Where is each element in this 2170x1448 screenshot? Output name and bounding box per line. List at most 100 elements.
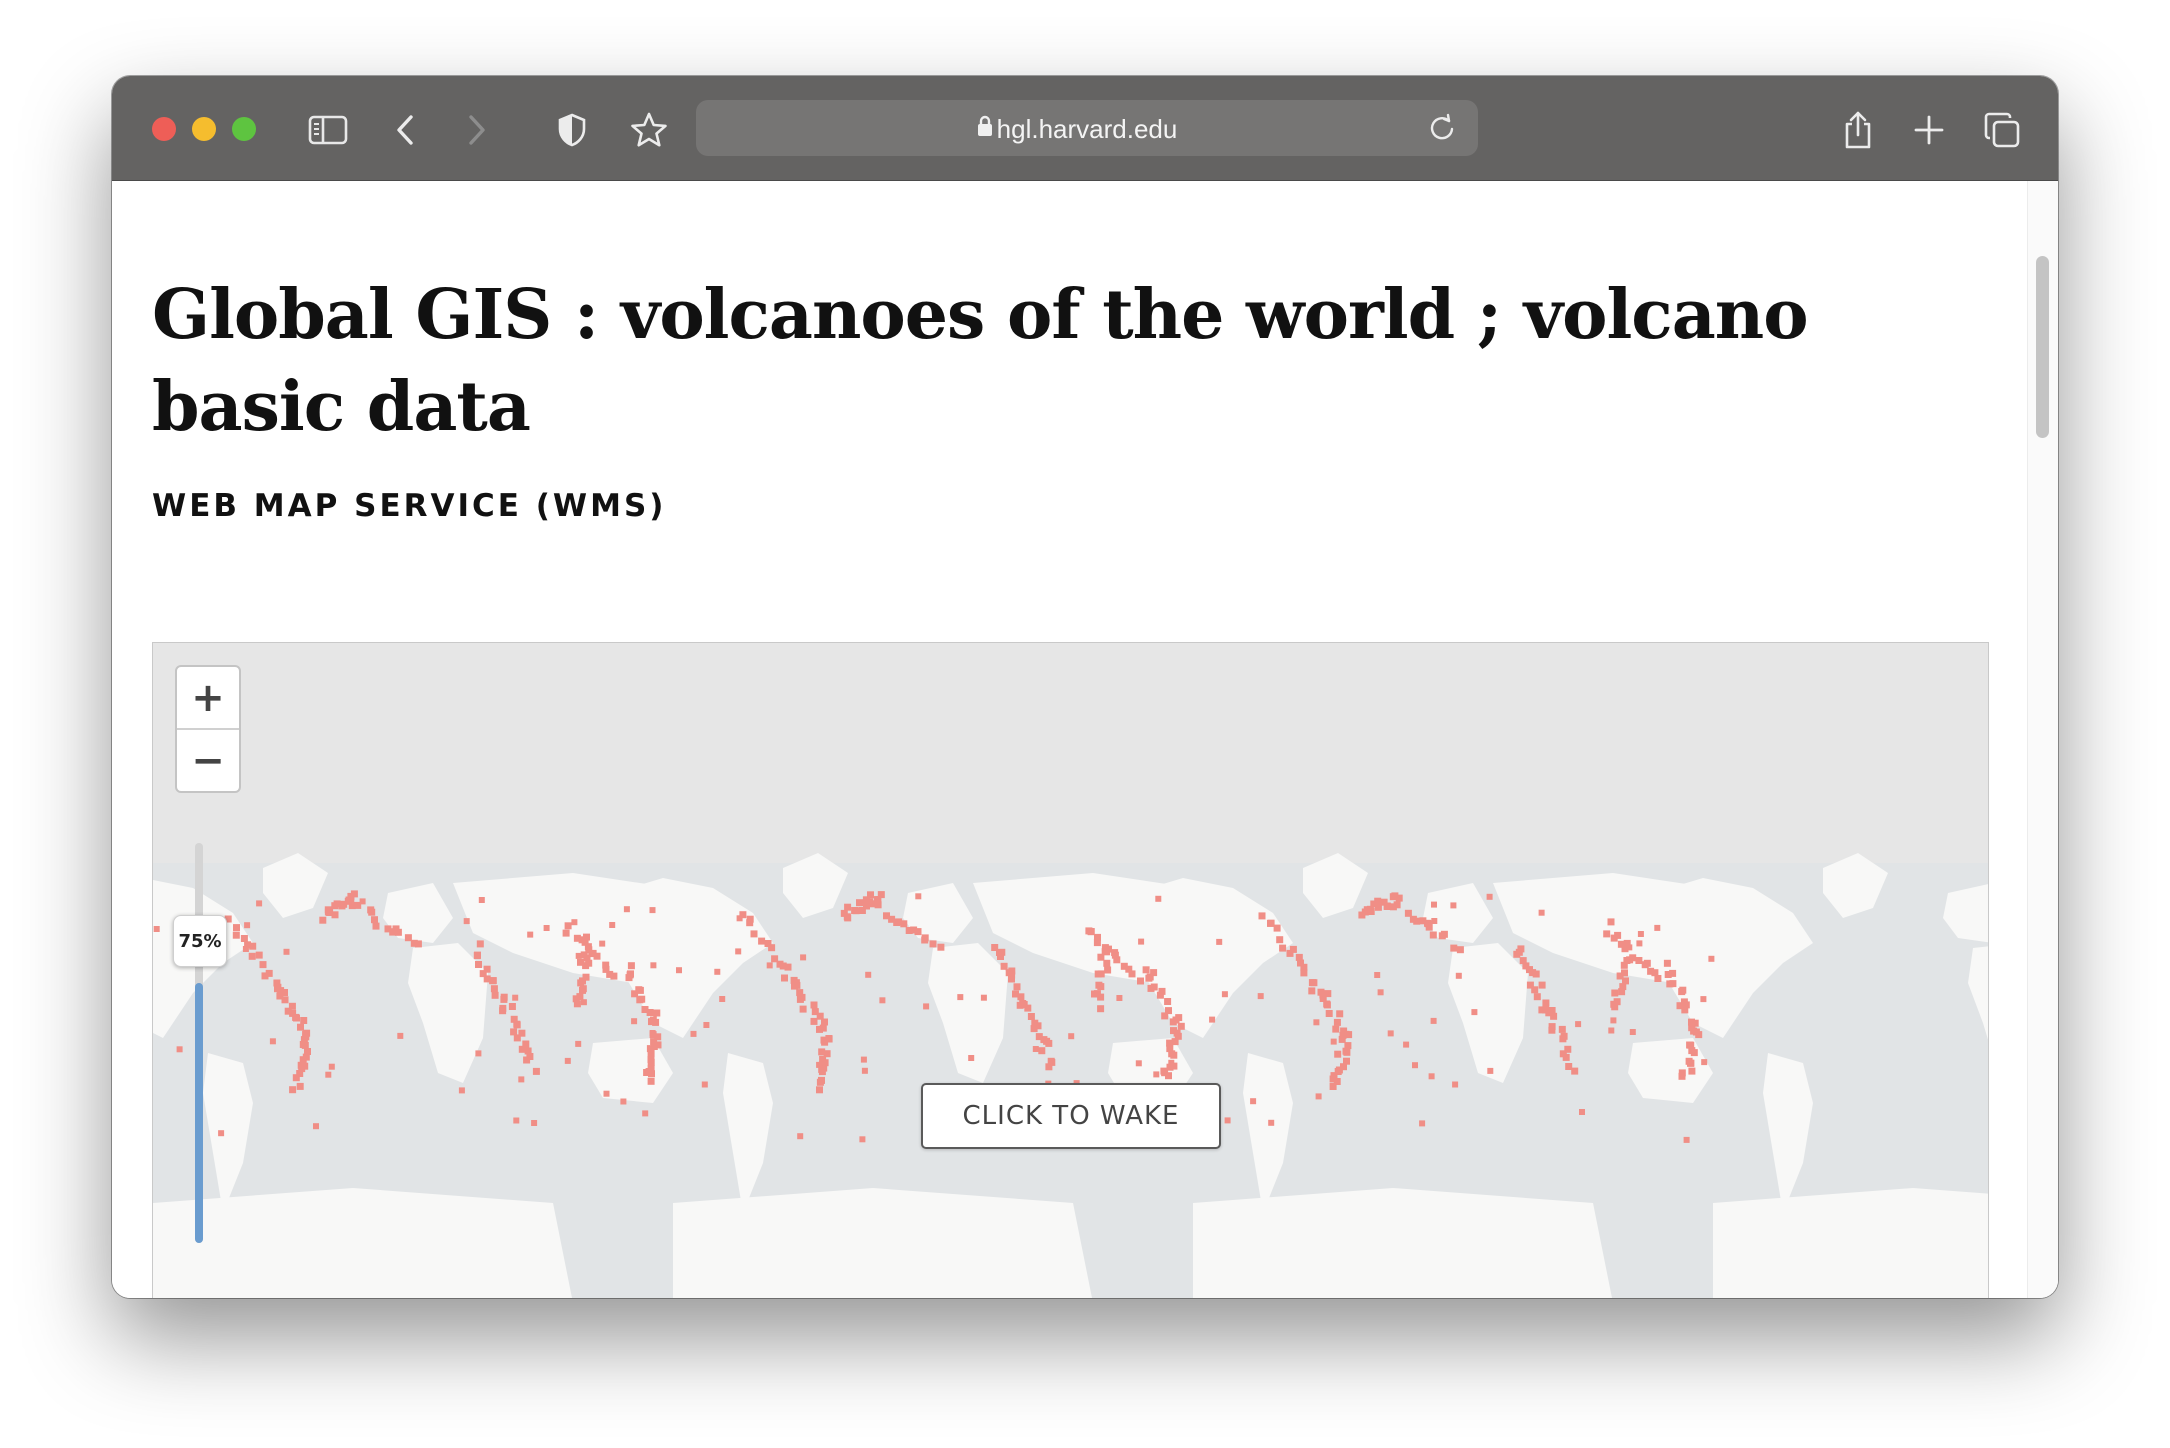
volcano-marker xyxy=(1664,971,1672,978)
volcano-marker xyxy=(1087,928,1095,936)
close-window-button[interactable] xyxy=(152,117,176,141)
volcano-marker xyxy=(1610,934,1618,942)
volcano-marker xyxy=(394,928,402,936)
url-text: hgl.harvard.edu xyxy=(996,114,1178,144)
plus-icon[interactable] xyxy=(1905,106,1953,154)
volcano-marker xyxy=(1333,1018,1341,1026)
volcano-marker xyxy=(1429,931,1437,939)
volcano-marker xyxy=(1686,1041,1694,1049)
volcano-marker xyxy=(508,1003,516,1010)
zoom-control: + − xyxy=(175,665,241,793)
volcano-marker xyxy=(1431,901,1437,908)
volcano-marker xyxy=(579,986,586,994)
volcano-marker xyxy=(1532,970,1540,978)
volcano-marker xyxy=(821,1038,829,1046)
scrollbar-thumb[interactable] xyxy=(2036,256,2049,438)
volcano-marker xyxy=(1618,988,1626,996)
volcano-marker xyxy=(293,1014,300,1022)
volcano-marker xyxy=(1097,970,1105,978)
volcano-marker xyxy=(372,922,380,930)
forward-chevron-icon[interactable] xyxy=(452,106,500,154)
volcano-marker xyxy=(1045,1063,1053,1071)
volcano-marker xyxy=(499,1004,507,1012)
volcano-marker xyxy=(531,1120,538,1126)
volcano-marker xyxy=(859,1136,866,1143)
volcano-marker xyxy=(1338,1035,1346,1043)
volcano-marker xyxy=(1113,956,1121,964)
volcano-marker xyxy=(1663,959,1671,967)
volcano-marker xyxy=(1575,1021,1582,1028)
volcano-marker xyxy=(714,968,721,975)
star-icon[interactable] xyxy=(625,106,673,154)
opacity-slider-handle[interactable]: 75% xyxy=(173,915,227,967)
volcano-marker xyxy=(1419,1120,1426,1127)
volcano-marker xyxy=(816,1061,823,1068)
map-viewer[interactable]: + − 75% CLICK TO WAKE xyxy=(152,642,1989,1298)
volcano-marker xyxy=(463,918,470,925)
volcano-marker xyxy=(800,954,807,961)
volcano-marker xyxy=(1097,953,1105,961)
volcano-marker xyxy=(414,940,422,948)
shield-icon[interactable] xyxy=(548,106,596,154)
volcano-marker xyxy=(368,908,376,916)
volcano-marker xyxy=(1533,993,1541,1001)
volcano-marker xyxy=(1610,1017,1617,1024)
volcano-marker xyxy=(867,891,874,899)
volcano-marker xyxy=(1017,993,1025,1001)
volcano-marker xyxy=(1456,946,1464,954)
page-title: Global GIS : volcanoes of the world ; vo… xyxy=(152,275,1809,447)
zoom-window-button[interactable] xyxy=(232,117,256,141)
volcano-marker xyxy=(750,930,758,938)
volcano-marker xyxy=(328,1063,335,1070)
volcano-marker xyxy=(1165,1072,1172,1080)
volcano-marker xyxy=(844,903,852,911)
volcano-marker xyxy=(1286,949,1294,957)
volcano-marker xyxy=(543,925,550,931)
volcano-marker xyxy=(649,1030,656,1036)
volcano-marker xyxy=(1273,924,1281,932)
volcano-marker xyxy=(1700,996,1707,1003)
reload-icon[interactable] xyxy=(1427,112,1457,149)
volcano-marker xyxy=(513,1117,520,1124)
world-map[interactable] xyxy=(153,643,1988,1298)
volcano-marker xyxy=(1329,1083,1337,1090)
volcano-marker xyxy=(799,1005,807,1013)
sidebar-icon[interactable] xyxy=(304,106,352,154)
scrollbar[interactable] xyxy=(2027,181,2058,1298)
volcano-marker xyxy=(1209,1016,1216,1023)
volcano-marker xyxy=(1688,1067,1696,1075)
volcano-marker xyxy=(1654,975,1662,982)
volcano-marker xyxy=(1550,1012,1558,1020)
volcano-marker xyxy=(816,1025,823,1033)
back-chevron-icon[interactable] xyxy=(382,106,430,154)
minimize-window-button[interactable] xyxy=(192,117,216,141)
volcano-marker xyxy=(875,896,882,903)
volcano-marker xyxy=(810,1017,818,1025)
click-to-wake-button[interactable]: CLICK TO WAKE xyxy=(921,1083,1221,1149)
volcano-marker xyxy=(647,1058,655,1066)
volcano-marker xyxy=(319,916,327,924)
volcano-marker xyxy=(1562,1053,1570,1061)
volcano-marker xyxy=(957,994,964,1001)
volcano-marker xyxy=(562,929,570,937)
volcano-marker xyxy=(627,962,635,970)
volcano-marker xyxy=(1045,1039,1053,1047)
volcano-marker xyxy=(1683,1136,1690,1143)
volcano-marker xyxy=(719,996,726,1002)
volcano-marker xyxy=(1412,1062,1418,1069)
address-bar[interactable]: hgl.harvard.edu xyxy=(696,100,1478,156)
share-icon[interactable] xyxy=(1834,106,1882,154)
zoom-out-button[interactable]: − xyxy=(177,730,239,791)
landmass xyxy=(153,1188,572,1298)
zoom-in-button[interactable]: + xyxy=(177,667,239,730)
volcano-marker xyxy=(284,1007,292,1015)
volcano-marker xyxy=(1095,981,1103,989)
volcano-marker xyxy=(844,914,852,922)
tabs-overview-icon[interactable] xyxy=(1978,106,2026,154)
volcano-marker xyxy=(1393,901,1401,909)
volcano-marker xyxy=(1138,938,1145,945)
volcano-marker xyxy=(1153,1071,1160,1078)
volcano-marker xyxy=(1413,917,1421,925)
volcano-marker xyxy=(1607,918,1615,926)
volcano-marker xyxy=(649,907,656,914)
